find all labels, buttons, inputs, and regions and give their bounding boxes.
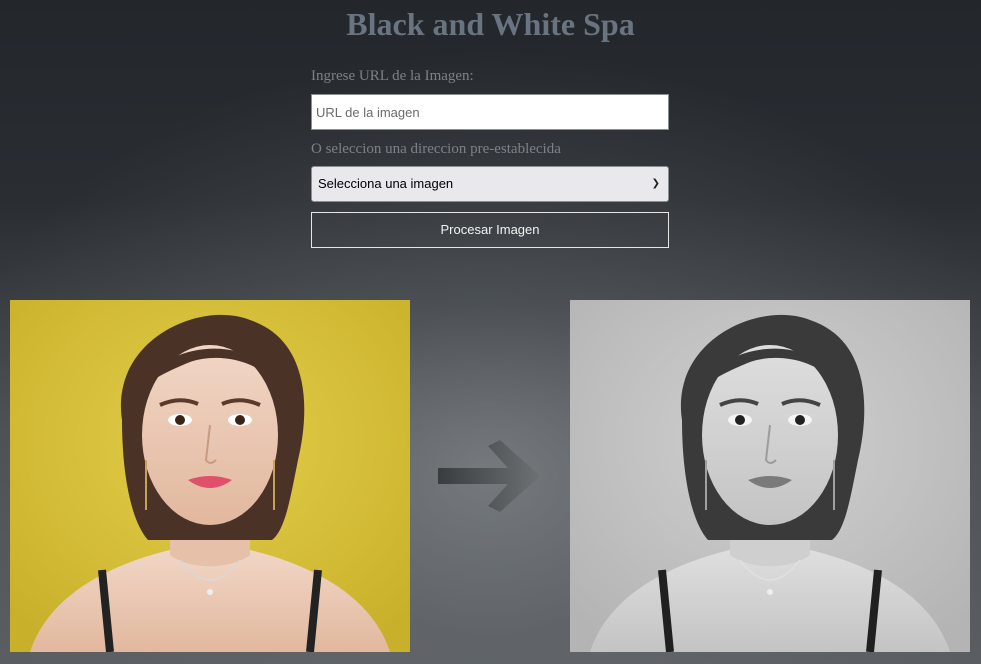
portrait-grayscale-illustration (570, 300, 970, 652)
original-image (10, 300, 410, 652)
process-image-button[interactable]: Procesar Imagen (311, 212, 669, 248)
right-arrow-icon (438, 440, 540, 512)
page-title: Black and White Spa (346, 6, 635, 42)
preset-label: O seleccion una direccion pre-establecid… (311, 141, 561, 157)
processed-image (570, 300, 970, 652)
chevron-down-icon: ❯ (651, 178, 660, 189)
preset-select-value: Selecciona una imagen (318, 176, 454, 191)
url-input[interactable] (311, 94, 669, 130)
image-form: Ingrese URL de la Imagen: O seleccion un… (311, 66, 669, 248)
portrait-color-illustration (10, 300, 410, 652)
preset-select[interactable]: Selecciona una imagen ❯ (311, 166, 669, 202)
url-label: Ingrese URL de la Imagen: (311, 68, 474, 84)
